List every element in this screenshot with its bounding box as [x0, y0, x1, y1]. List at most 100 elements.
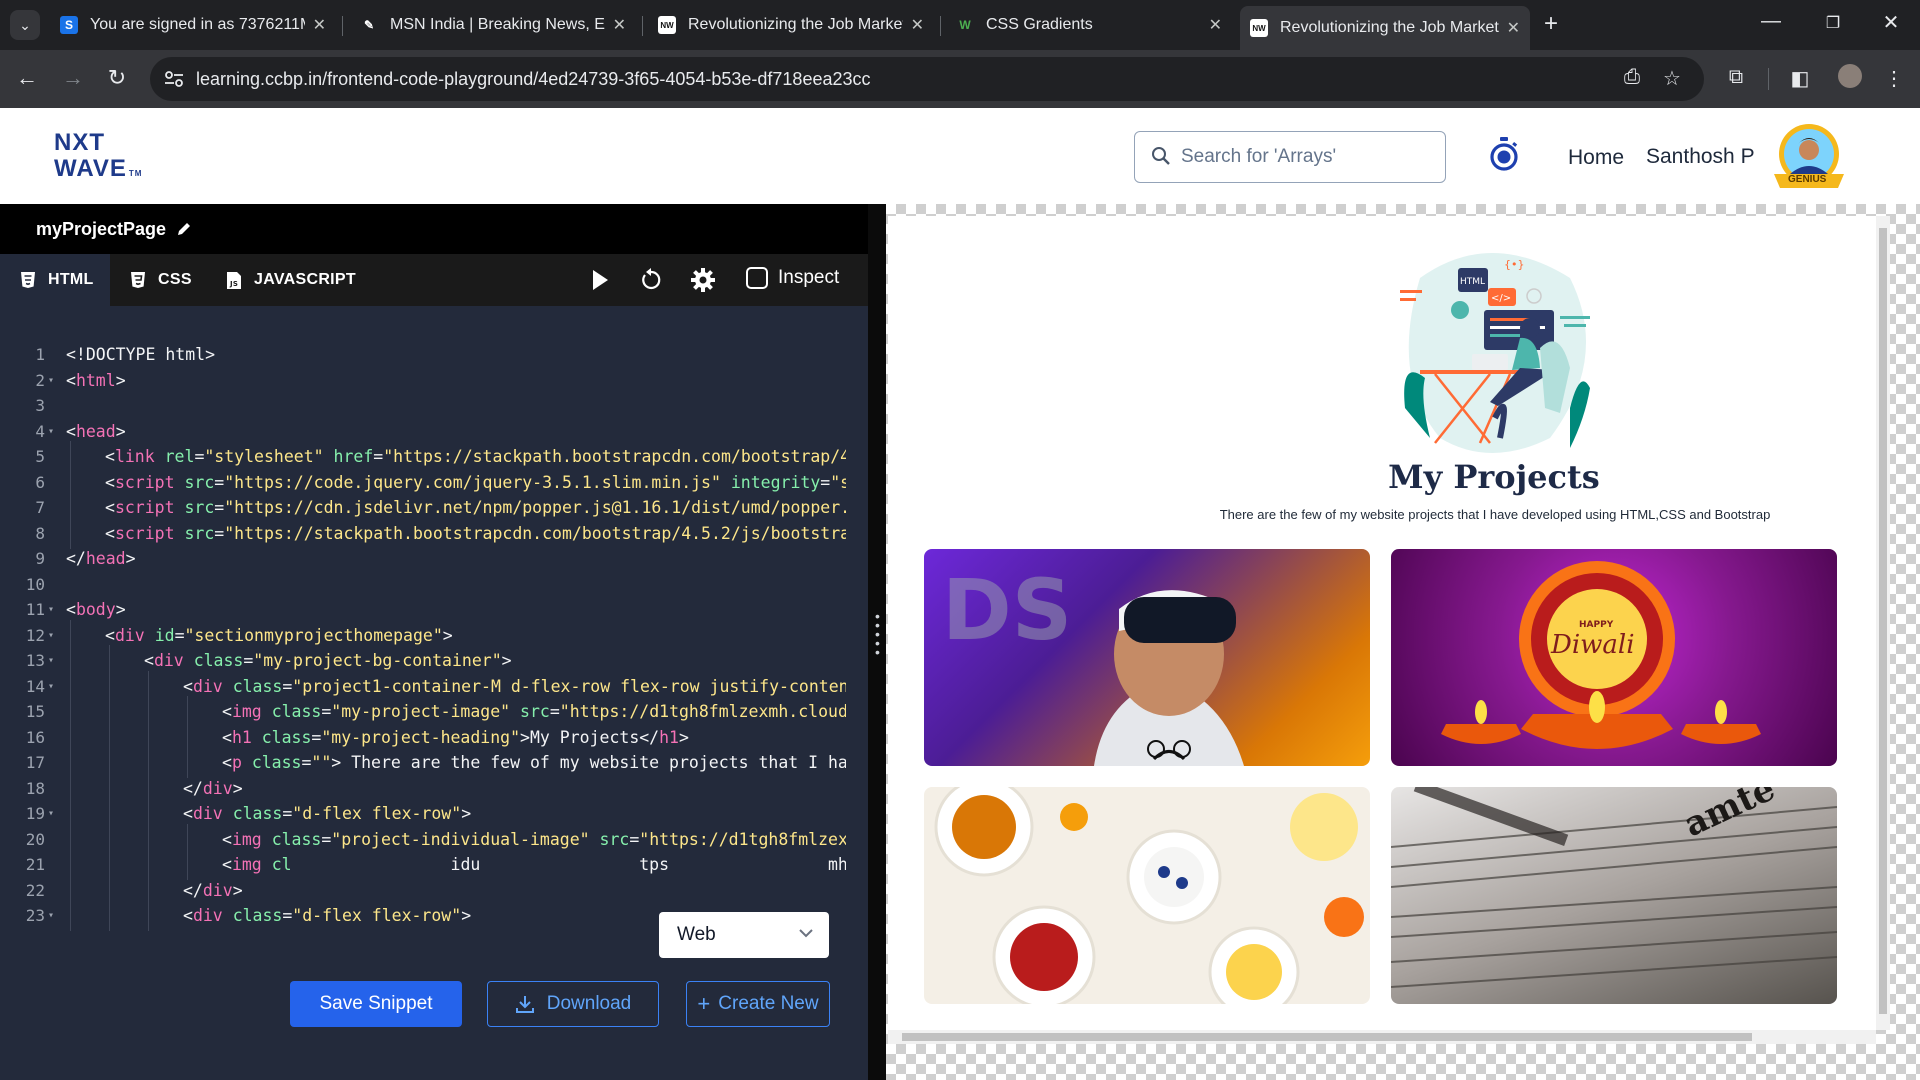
code-token: <: [222, 753, 232, 772]
code-token: class: [232, 676, 283, 696]
code-token: class: [251, 753, 302, 772]
minimize-icon[interactable]: —: [1756, 10, 1786, 33]
tab-close-icon[interactable]: ✕: [613, 15, 626, 35]
code-token: "https://stackpath.bootstrapcdn.com/boot…: [383, 447, 846, 466]
stopwatch-icon[interactable]: [1488, 136, 1520, 172]
inspect-toggle[interactable]: Inspect: [746, 267, 839, 289]
code-token: <: [222, 727, 232, 747]
code-token: <: [105, 523, 115, 543]
tab-html[interactable]: HTML: [0, 254, 110, 306]
browser-tab-4[interactable]: W CSS Gradients ✕: [946, 8, 1232, 42]
back-icon[interactable]: ←: [12, 65, 42, 91]
my-projects-heading: My Projects: [1388, 458, 1600, 496]
code-area[interactable]: 1 <!DOCTYPE html> 2 ▾ <html> 3 4 ▾ <head> 5 <link …: [0, 306, 868, 1080]
extensions-icon[interactable]: ⧉: [1722, 66, 1750, 89]
forward-icon[interactable]: →: [58, 65, 88, 91]
search-input[interactable]: Search for 'Arrays': [1134, 131, 1446, 183]
browser-tab-2[interactable]: ✎ MSN India | Breaking News, Ent ✕: [350, 8, 636, 42]
address-bar[interactable]: learning.ccbp.in/frontend-code-playgroun…: [150, 57, 1704, 101]
code-token: <: [183, 676, 193, 696]
code-token: cl: [271, 855, 292, 874]
tab-javascript[interactable]: JS JAVASCRIPT: [210, 254, 370, 306]
close-window-icon[interactable]: ✕: [1876, 10, 1906, 35]
reload-icon[interactable]: ↻: [102, 65, 132, 91]
code-token: idu tps mh: [291, 855, 847, 874]
project-name[interactable]: myProjectPage: [36, 219, 166, 240]
code-token: <: [222, 702, 232, 721]
code-token: div: [202, 778, 233, 798]
reset-icon[interactable]: [638, 267, 664, 293]
view-mode-value: Web: [677, 924, 716, 945]
tab-title: Revolutionizing the Job Market: [1280, 19, 1499, 36]
code-token: <: [105, 472, 115, 492]
pane-resize-handle[interactable]: • • • • •: [868, 204, 886, 1080]
tab-css-label: CSS: [158, 271, 192, 288]
html5-icon: [21, 272, 35, 288]
editor-toolbar: HTML CSS JS JAVASCRIPT Inspect: [0, 254, 868, 306]
bookmark-star-icon[interactable]: ☆: [1658, 66, 1686, 91]
save-snippet-button[interactable]: Save Snippet: [290, 981, 462, 1027]
tab-divider: [642, 16, 643, 36]
tab-css[interactable]: CSS: [110, 254, 210, 306]
code-token: src: [184, 523, 215, 543]
preview-vertical-scrollbar[interactable]: [1876, 216, 1890, 1030]
chevron-down-icon: [799, 929, 813, 938]
code-token: head: [75, 421, 116, 441]
site-info-icon[interactable]: [164, 70, 184, 88]
browser-tab-1[interactable]: S You are signed in as 7376211M ✕: [50, 8, 336, 42]
code-token: script: [114, 523, 175, 543]
tab-search-button[interactable]: ⌄: [10, 10, 40, 40]
logo-tm: TM: [128, 169, 143, 178]
run-play-icon[interactable]: [590, 268, 610, 292]
nav-home-link[interactable]: Home: [1568, 146, 1624, 170]
scrollbar-thumb[interactable]: [902, 1033, 1752, 1041]
settings-gear-icon[interactable]: [690, 267, 716, 293]
code-token: "d-flex flex-row": [292, 906, 462, 925]
tab-divider: [940, 16, 941, 36]
browser-tab-bar: ⌄ S You are signed in as 7376211M ✕ ✎ MS…: [0, 0, 1920, 50]
fold-arrow-icon[interactable]: ▾: [48, 900, 54, 931]
browser-menu-icon[interactable]: ⋮: [1880, 66, 1908, 91]
new-tab-icon[interactable]: +: [1544, 10, 1558, 38]
install-app-icon[interactable]: ⎙: [1618, 66, 1646, 89]
tab-close-icon[interactable]: ✕: [1209, 15, 1222, 35]
code-token: >: [232, 880, 243, 900]
indent-guide: [70, 900, 71, 931]
code-token: img: [231, 855, 262, 874]
user-avatar[interactable]: GENIUS: [1768, 122, 1850, 196]
inspect-checkbox[interactable]: [746, 267, 768, 289]
code-token: "project1-container-M d-flex-row flex-ro…: [292, 676, 846, 696]
nxtwave-logo[interactable]: NXT WAVE TM: [54, 130, 174, 182]
code-token: <: [222, 855, 232, 874]
tab-close-icon[interactable]: ✕: [313, 15, 326, 35]
download-button[interactable]: Download: [487, 981, 659, 1027]
edit-pencil-icon[interactable]: [176, 221, 192, 237]
tab-close-icon[interactable]: ✕: [1507, 18, 1520, 38]
profile-avatar-icon[interactable]: [1838, 64, 1862, 88]
code-token: "project-individual-image": [331, 829, 590, 849]
browser-tab-5-active[interactable]: NW Revolutionizing the Job Market ✕: [1240, 6, 1530, 50]
view-mode-select[interactable]: Web: [659, 912, 829, 958]
code-token: body: [75, 600, 116, 619]
developer-hero-illustration: HTML </> {•}: [1400, 253, 1590, 453]
nav-user-name[interactable]: Santhosh P: [1646, 145, 1755, 169]
create-new-button[interactable]: + Create New: [686, 981, 830, 1027]
javascript-file-icon: JS: [227, 271, 241, 289]
browser-tab-3[interactable]: NW Revolutionizing the Job Market ✕: [648, 8, 934, 42]
scrollbar-thumb[interactable]: [1879, 228, 1887, 1014]
code-token: img: [231, 702, 262, 721]
restore-icon[interactable]: ❐: [1818, 13, 1848, 33]
preview-horizontal-scrollbar[interactable]: [888, 1030, 1876, 1044]
css3-icon: [131, 272, 145, 288]
side-panel-icon[interactable]: ◧: [1786, 66, 1814, 91]
code-token: <: [105, 625, 115, 645]
tab-close-icon[interactable]: ✕: [911, 15, 924, 35]
code-token: >: [679, 727, 689, 747]
code-token: "my-project-heading": [321, 727, 521, 747]
